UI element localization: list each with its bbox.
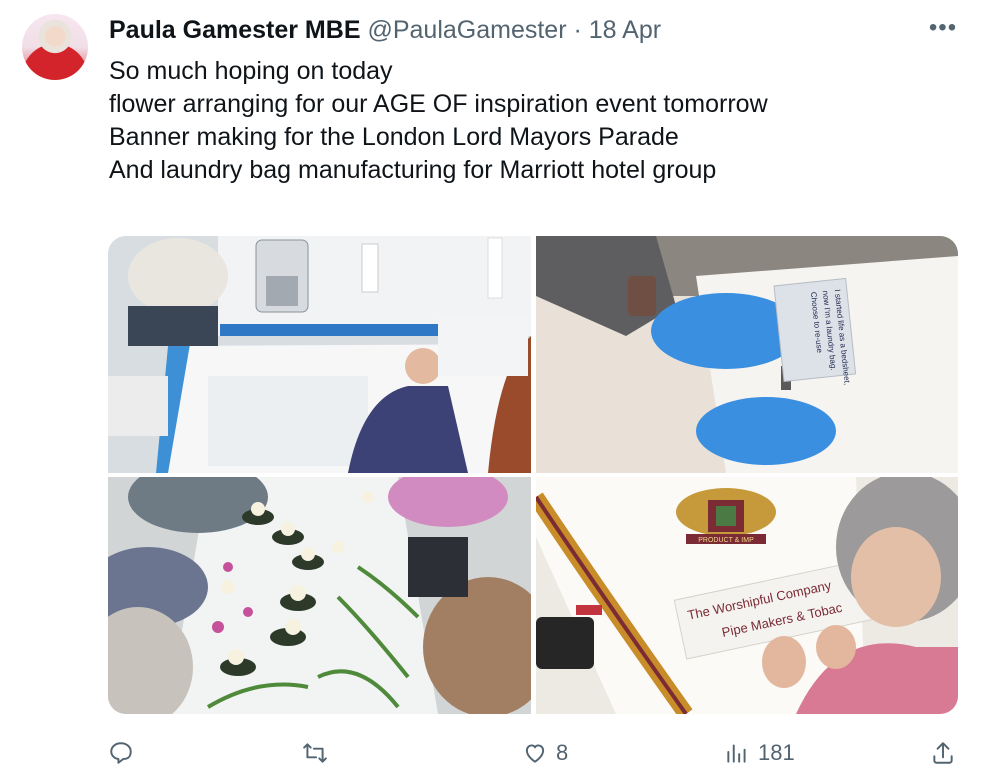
- author-name[interactable]: Paula Gamester MBE: [109, 16, 361, 44]
- avatar[interactable]: [22, 14, 88, 80]
- share-button[interactable]: [930, 736, 956, 770]
- separator-dot: ·: [573, 16, 582, 44]
- share-icon: [933, 742, 953, 764]
- retweet-button[interactable]: [302, 736, 328, 770]
- like-count: 8: [556, 740, 569, 765]
- tweet-line: flower arranging for our AGE OF inspirat…: [109, 90, 768, 118]
- sewing-workshop-photo[interactable]: [108, 236, 531, 473]
- tweet-date[interactable]: 18 Apr: [589, 16, 661, 44]
- reply-icon: [110, 742, 132, 764]
- heart-icon: [525, 744, 545, 763]
- retweet-icon: [303, 743, 327, 763]
- laundry-bag-label-photo[interactable]: I started life as a bedsheet, now I'm a …: [536, 236, 958, 473]
- banner-motto: PRODUCT & IMP: [698, 537, 754, 544]
- views-icon: [727, 744, 746, 763]
- views-count: 181: [758, 740, 795, 765]
- reply-button[interactable]: [108, 736, 134, 770]
- banner-making-photo[interactable]: PRODUCT & IMP The Worshipful Company Pip…: [536, 477, 958, 714]
- tweet-line: Banner making for the London Lord Mayors…: [109, 123, 679, 151]
- more-horizontal-icon[interactable]: •••: [926, 16, 960, 42]
- flower-arranging-photo[interactable]: [108, 477, 531, 714]
- media-grid: I started life as a bedsheet, now I'm a …: [108, 236, 958, 714]
- like-button[interactable]: 8: [522, 736, 568, 770]
- tweet-text: So much hoping on today flower arranging…: [109, 55, 768, 187]
- action-bar: 8 181: [0, 736, 983, 770]
- tweet-line: And laundry bag manufacturing for Marrio…: [109, 156, 717, 184]
- tweet-line: So much hoping on today: [109, 57, 393, 85]
- views-button[interactable]: 181: [724, 736, 795, 770]
- author-handle[interactable]: @PaulaGamester: [367, 16, 566, 44]
- tweet-header: Paula Gamester MBE @PaulaGamester · 18 A…: [109, 16, 661, 45]
